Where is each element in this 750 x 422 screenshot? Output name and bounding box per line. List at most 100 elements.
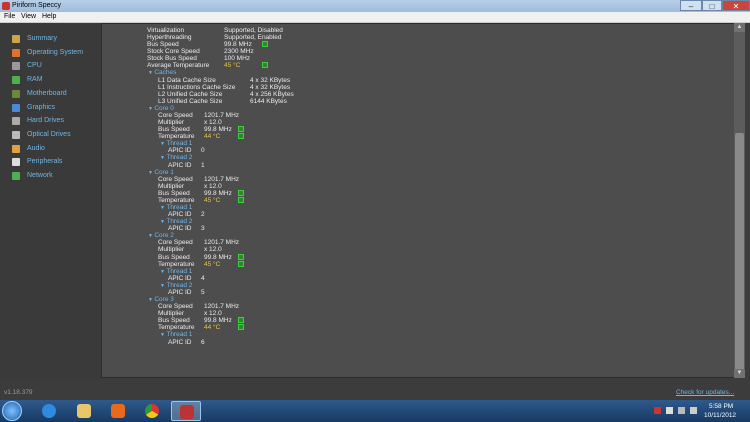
detail-value: 99.8 MHz: [224, 41, 252, 49]
detail-value: 1201.7 MHz: [204, 175, 240, 183]
section-header-label: Thread 1: [166, 140, 193, 148]
maximize-button[interactable]: □: [702, 0, 722, 11]
core-2-thread-2-header[interactable]: ▼ Thread 2: [160, 282, 192, 289]
detail-value: Supported, Disabled: [224, 27, 283, 34]
sidebar-item-operating-system[interactable]: Operating System: [12, 48, 98, 59]
taskbar-media-player[interactable]: [103, 401, 133, 421]
core-3-thread-1-header[interactable]: ▼ Thread 1: [160, 331, 192, 338]
core-1-thread-2-header[interactable]: ▼ Thread 2: [160, 218, 192, 225]
temperature-gauge-icon: [238, 324, 244, 331]
detail-label: Multiplier: [158, 246, 185, 254]
sidebar-item-label: Optical Drives: [27, 130, 71, 138]
speccy-app-icon: [2, 2, 10, 10]
detail-label: Bus Speed: [158, 189, 190, 197]
sidebar-item-graphics[interactable]: Graphics: [12, 103, 98, 114]
detail-label: Core Speed: [158, 111, 193, 119]
scroll-thumb[interactable]: [735, 133, 744, 373]
network-icon[interactable]: [678, 407, 685, 414]
clock-date[interactable]: 10/11/2012: [704, 412, 736, 419]
core-3-section-header[interactable]: ▼ Core 3: [148, 296, 174, 303]
detail-label: L2 Unified Cache Size: [158, 90, 223, 98]
detail-label: Stock Core Speed: [147, 48, 200, 56]
check-for-updates-link[interactable]: Check for updates...: [676, 389, 734, 396]
detail-value: 1: [201, 161, 205, 169]
close-button[interactable]: ✕: [722, 0, 750, 11]
detail-row: Bus Speed 99.8 MHz: [147, 41, 447, 48]
sidebar-item-summary[interactable]: Summary: [12, 34, 98, 45]
section-header-label: Core 2: [154, 232, 174, 240]
flag-icon[interactable]: [666, 407, 673, 414]
internet-explorer-icon: [42, 404, 56, 418]
sidebar-item-hard-drives[interactable]: Hard Drives: [12, 116, 98, 127]
menu-view[interactable]: View: [21, 13, 36, 20]
vertical-scrollbar[interactable]: ▲ ▼: [734, 23, 745, 378]
cpu-details-panel: Virtualization Supported, Disabled Hyperth…: [101, 23, 735, 378]
caches-section-header[interactable]: ▼ Caches: [148, 69, 176, 76]
detail-label: APIC ID: [168, 147, 192, 155]
section-header-label: Caches: [154, 69, 177, 77]
detail-row: Bus Speed 99.8 MHz: [158, 126, 458, 133]
detail-row: Core Speed 1201.7 MHz: [158, 239, 458, 246]
detail-row: Multiplier x 12.0: [158, 246, 458, 253]
network-icon: [12, 172, 20, 180]
menu-file[interactable]: File: [4, 13, 15, 20]
detail-row: Multiplier x 12.0: [158, 183, 458, 190]
taskbar-chrome[interactable]: [137, 401, 167, 421]
sidebar-item-optical-drives[interactable]: Optical Drives: [12, 130, 98, 141]
detail-row: Bus Speed 99.8 MHz: [158, 317, 458, 324]
sidebar-item-cpu[interactable]: CPU: [12, 61, 98, 72]
section-header-label: Thread 1: [166, 204, 193, 211]
detail-row: L1 Data Cache Size 4 x 32 KBytes: [158, 77, 458, 84]
sidebar-item-label: RAM: [27, 76, 43, 84]
clock-time[interactable]: 5:58 PM: [709, 403, 733, 410]
detail-row: L2 Unified Cache Size 4 x 256 KBytes: [158, 91, 458, 98]
temperature-gauge-icon: [238, 189, 244, 196]
sidebar-item-ram[interactable]: RAM: [12, 75, 98, 86]
core-2-thread-1-header[interactable]: ▼ Thread 1: [160, 268, 192, 275]
detail-label: APIC ID: [168, 211, 192, 219]
core-0-section-header[interactable]: ▼ Core 0: [148, 105, 174, 112]
detail-value: 99.8 MHz: [204, 253, 232, 261]
detail-value: 1201.7 MHz: [204, 239, 240, 247]
core-0-thread-1-header[interactable]: ▼ Thread 1: [160, 140, 192, 147]
core-1-section-header[interactable]: ▼ Core 1: [148, 169, 174, 176]
audio-icon: [12, 144, 20, 153]
section-header-label: Thread 2: [166, 281, 193, 289]
core-0-thread-2-header[interactable]: ▼ Thread 2: [160, 154, 192, 161]
core-2-section-header[interactable]: ▼ Core 2: [148, 232, 174, 239]
detail-row: Core Speed 1201.7 MHz: [158, 176, 458, 183]
detail-label: APIC ID: [168, 274, 192, 282]
scroll-down-arrow-icon[interactable]: ▼: [734, 369, 745, 378]
volume-icon[interactable]: [690, 407, 697, 414]
sidebar-item-motherboard[interactable]: Motherboard: [12, 89, 98, 100]
detail-label: Core Speed: [158, 303, 193, 311]
taskbar-speccy[interactable]: [171, 401, 201, 421]
detail-value: 2: [201, 211, 205, 219]
section-header-label: Core 1: [154, 168, 174, 176]
detail-value: 5: [201, 288, 205, 296]
sidebar-item-label: Audio: [27, 144, 45, 152]
temperature-value: 45 °C: [204, 260, 221, 268]
sidebar-item-peripherals[interactable]: Peripherals: [12, 157, 98, 168]
sidebar-item-network[interactable]: Network: [12, 171, 98, 182]
detail-row: Temperature 45 °C: [158, 196, 458, 204]
temperature-gauge-icon: [262, 62, 268, 69]
core-1-thread-1-header[interactable]: ▼ Thread 1: [160, 204, 192, 211]
detail-label: Multiplier: [158, 310, 185, 318]
sidebar-item-label: CPU: [27, 62, 42, 70]
shield-icon[interactable]: [654, 407, 661, 414]
taskbar-ie[interactable]: [34, 401, 64, 421]
section-header-label: Thread 2: [166, 154, 193, 162]
detail-label: APIC ID: [168, 225, 192, 233]
detail-row: Hyperthreading Supported, Enabled: [147, 34, 447, 41]
detail-label: Temperature: [158, 196, 195, 204]
ram-icon: [12, 76, 20, 85]
sidebar-item-audio[interactable]: Audio: [12, 144, 98, 155]
taskbar-explorer[interactable]: [69, 401, 99, 421]
scroll-up-arrow-icon[interactable]: ▲: [734, 23, 745, 32]
detail-value: 99.8 MHz: [204, 189, 232, 197]
section-header-label: Thread 1: [166, 331, 193, 339]
start-button[interactable]: [2, 401, 22, 421]
minimize-button[interactable]: –: [680, 0, 702, 11]
menu-help[interactable]: Help: [42, 13, 56, 20]
